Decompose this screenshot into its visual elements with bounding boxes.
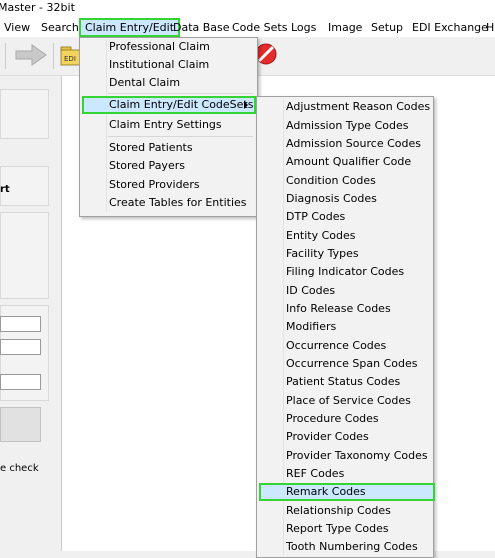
left-input-field[interactable] [0, 374, 41, 390]
menu-item-label: Claim Entry/Edit CodeSets [109, 98, 254, 111]
menu-separator [108, 136, 253, 137]
menu-item-stored-payers[interactable]: Stored Payers [82, 157, 254, 175]
menu-help[interactable]: H [486, 18, 494, 37]
menu-item-provider-codes[interactable]: Provider Codes [259, 428, 431, 446]
menu-item-dtp-codes[interactable]: DTP Codes [259, 208, 431, 226]
svg-text:EDI: EDI [64, 55, 76, 63]
codesets-submenu: Adjustment Reason Codes Admission Type C… [256, 96, 435, 558]
left-panel-box [0, 89, 49, 139]
menu-item-report-type-codes[interactable]: Report Type Codes [259, 520, 431, 538]
menu-item-info-release-codes[interactable]: Info Release Codes [259, 300, 431, 318]
menu-item-admission-source-codes[interactable]: Admission Source Codes [259, 135, 431, 153]
window-title: Master - 32bit [0, 1, 75, 14]
menu-item-place-of-service-codes[interactable]: Place of Service Codes [259, 392, 431, 410]
menu-item-tooth-numbering-codes[interactable]: Tooth Numbering Codes [259, 538, 431, 556]
menu-item-amount-qualifier-code[interactable]: Amount Qualifier Code [259, 153, 431, 171]
toolbar-separator [53, 43, 54, 69]
menu-item-remark-codes[interactable]: Remark Codes [259, 483, 435, 501]
menu-item-claim-entry-codesets[interactable]: Claim Entry/Edit CodeSets [82, 96, 256, 114]
menu-item-occurrence-span-codes[interactable]: Occurrence Span Codes [259, 355, 431, 373]
claim-entry-menu: Professional Claim Institutional Claim D… [79, 37, 258, 217]
left-panel-box [0, 212, 49, 299]
menu-item-stored-patients[interactable]: Stored Patients [82, 139, 254, 157]
title-bar: Master - 32bit [0, 0, 495, 18]
toolbar-separator [5, 43, 6, 69]
left-input-field[interactable] [0, 316, 41, 332]
menu-search[interactable]: Search [41, 18, 79, 37]
menu-item-condition-codes[interactable]: Condition Codes [259, 172, 431, 190]
left-input-field[interactable] [0, 339, 41, 355]
menu-item-claim-entry-settings[interactable]: Claim Entry Settings [82, 116, 254, 134]
menu-item-dental-claim[interactable]: Dental Claim [82, 74, 254, 92]
menu-item-modifiers[interactable]: Modifiers [259, 318, 431, 336]
menu-item-occurrence-codes[interactable]: Occurrence Codes [259, 337, 431, 355]
left-action-button[interactable] [0, 407, 41, 442]
menu-item-institutional-claim[interactable]: Institutional Claim [82, 56, 254, 74]
menu-item-adjustment-reason-codes[interactable]: Adjustment Reason Codes [259, 98, 431, 116]
menu-item-stored-providers[interactable]: Stored Providers [82, 176, 254, 194]
menu-item-id-codes[interactable]: ID Codes [259, 282, 431, 300]
menu-item-ref-codes[interactable]: REF Codes [259, 465, 431, 483]
menu-item-professional-claim[interactable]: Professional Claim [82, 38, 254, 56]
left-pane-label: e check [0, 463, 39, 474]
menu-item-diagnosis-codes[interactable]: Diagnosis Codes [259, 190, 431, 208]
menu-code-sets[interactable]: Code Sets [232, 18, 287, 37]
submenu-arrow-icon [244, 101, 248, 109]
menu-item-filing-indicator-codes[interactable]: Filing Indicator Codes [259, 263, 431, 281]
menu-item-facility-types[interactable]: Facility Types [259, 245, 431, 263]
left-pane-label: rt [0, 184, 10, 195]
menu-claim-entry-edit[interactable]: Claim Entry/Edit [79, 18, 181, 37]
left-pane: rt e check [0, 76, 62, 551]
menu-item-patient-status-codes[interactable]: Patient Status Codes [259, 373, 431, 391]
menu-item-admission-type-codes[interactable]: Admission Type Codes [259, 117, 431, 135]
menu-logs[interactable]: Logs [291, 18, 316, 37]
menu-separator [108, 93, 253, 94]
menu-item-entity-codes[interactable]: Entity Codes [259, 227, 431, 245]
menu-image[interactable]: Image [328, 18, 362, 37]
menu-item-relationship-codes[interactable]: Relationship Codes [259, 502, 431, 520]
forward-arrow-icon[interactable] [14, 43, 48, 67]
menu-item-procedure-codes[interactable]: Procedure Codes [259, 410, 431, 428]
menu-item-create-tables[interactable]: Create Tables for Entities [82, 194, 254, 212]
menu-edi-exchange[interactable]: EDI Exchange [412, 18, 488, 37]
menu-item-provider-taxonomy-codes[interactable]: Provider Taxonomy Codes [259, 447, 431, 465]
menu-view[interactable]: View [4, 18, 30, 37]
menu-setup[interactable]: Setup [371, 18, 403, 37]
menu-bar: View Search Claim Entry/Edit Data Base C… [0, 18, 495, 37]
menu-data-base[interactable]: Data Base [173, 18, 230, 37]
